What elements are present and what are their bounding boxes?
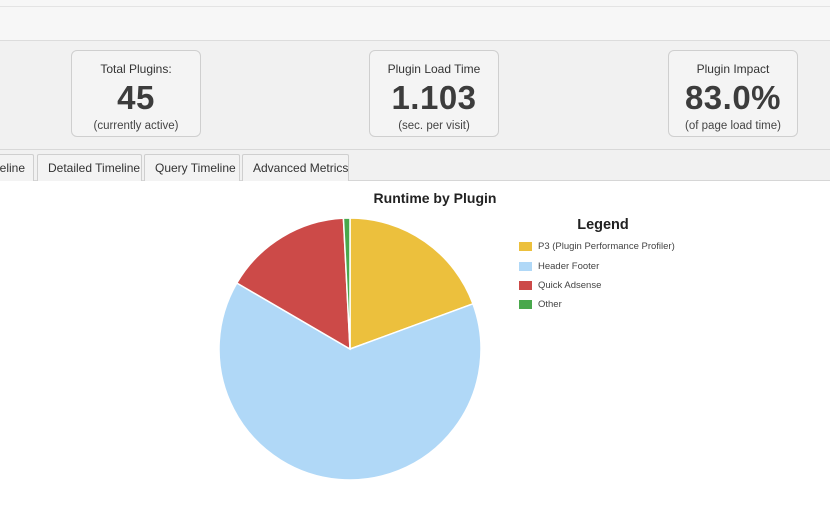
legend-label: Other	[538, 299, 562, 310]
legend-label: Quick Adsense	[538, 280, 602, 291]
legend-swatch	[519, 242, 532, 251]
runtime-pie-chart	[218, 217, 482, 481]
legend-label: P3 (Plugin Performance Profiler)	[538, 241, 675, 252]
legend-swatch	[519, 300, 532, 309]
legend-swatch	[519, 281, 532, 290]
legend-label: Header Footer	[538, 261, 600, 272]
legend-title: Legend	[577, 217, 629, 233]
legend-swatch	[519, 262, 532, 271]
